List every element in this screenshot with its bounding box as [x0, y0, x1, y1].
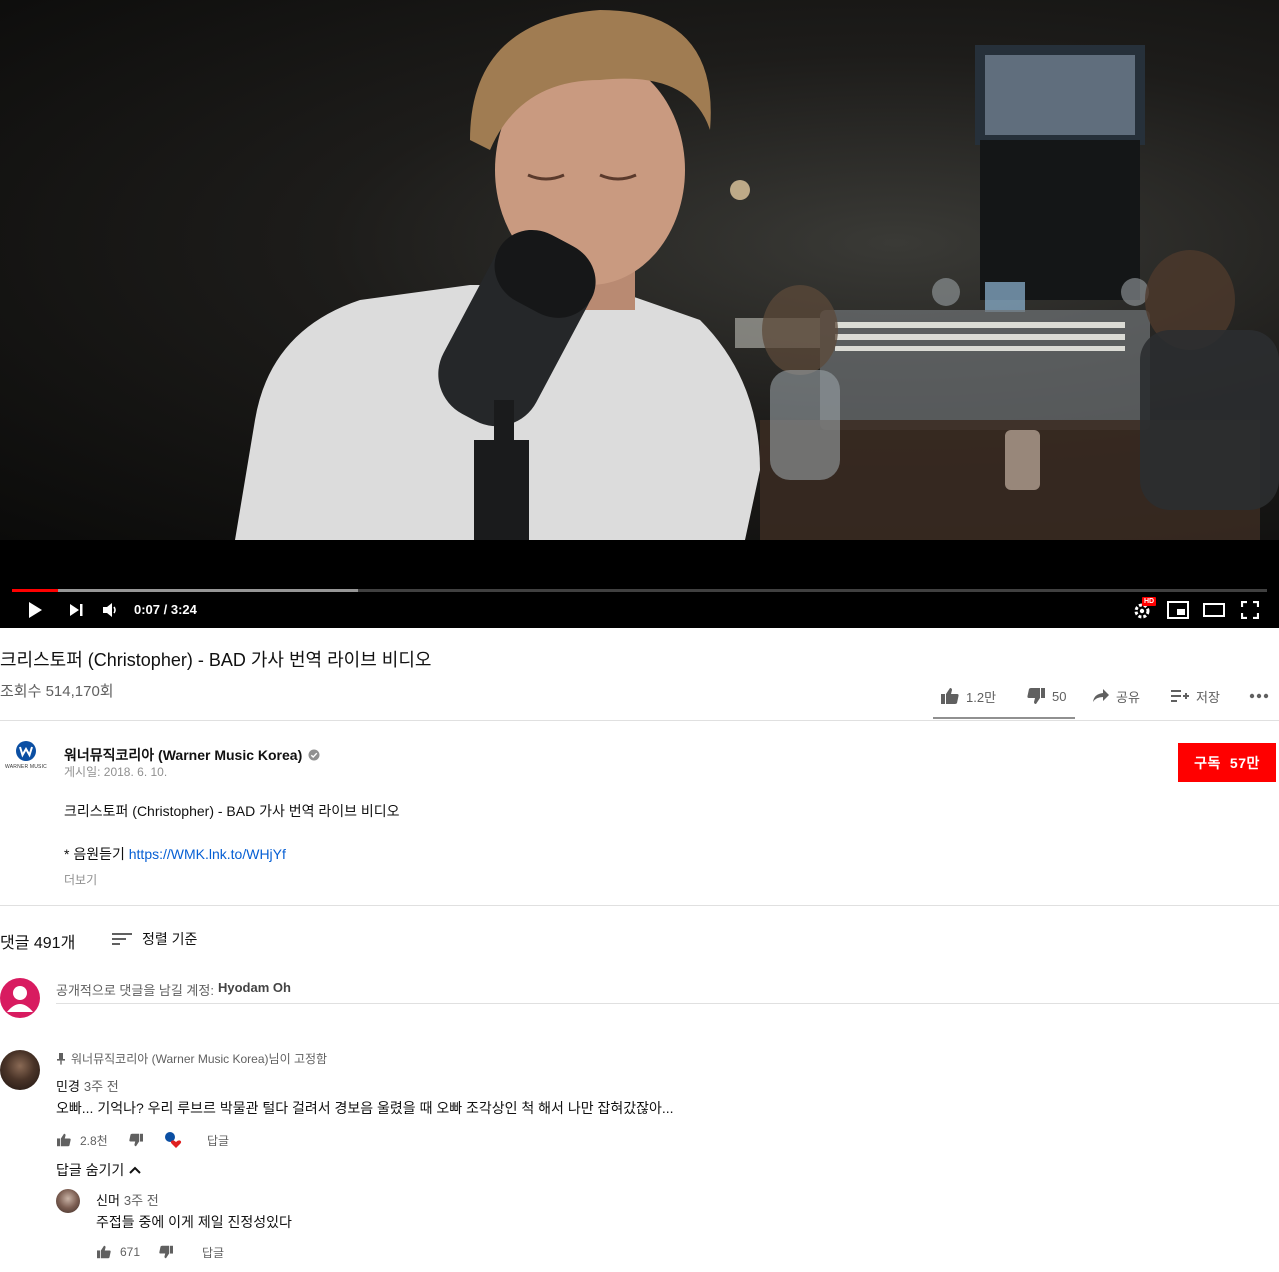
more-horizontal-icon: [1249, 693, 1269, 699]
player-controls: 0:07 / 3:24 HD: [0, 580, 1279, 628]
thumbs-up-icon: [57, 1133, 71, 1147]
miniplayer-icon: [1167, 601, 1189, 619]
save-label: 저장: [1196, 689, 1220, 705]
reply-like-button[interactable]: 671: [96, 1242, 140, 1262]
progress-bar[interactable]: [12, 589, 1267, 592]
mute-button[interactable]: [98, 598, 122, 622]
sort-label: 정렬 기준: [142, 931, 198, 947]
play-button[interactable]: [22, 598, 48, 622]
next-button[interactable]: [64, 598, 88, 622]
pinned-label: 워너뮤직코리아 (Warner Music Korea)님이 고정함: [56, 1050, 327, 1067]
subscribe-button[interactable]: 구독 57만: [1178, 743, 1276, 782]
like-button[interactable]: 1.2만: [940, 684, 996, 708]
pin-icon: [57, 1052, 65, 1065]
sort-comments-button[interactable]: 정렬 기준: [112, 928, 197, 950]
channel-logo-text: WARNER MUSIC: [5, 764, 47, 770]
miniplayer-button[interactable]: [1166, 598, 1190, 622]
thumbs-up-icon: [97, 1245, 111, 1259]
channel-name[interactable]: 워너뮤직코리아 (Warner Music Korea): [64, 745, 320, 765]
reply-header: 신머 3주 전: [96, 1190, 159, 1209]
hd-badge: HD: [1142, 597, 1157, 606]
view-count: 조회수 514,170회: [0, 683, 114, 700]
channel-name-text: 워너뮤직코리아 (Warner Music Korea): [64, 747, 303, 763]
person-icon: [7, 986, 33, 1012]
comment-input[interactable]: 공개적으로 댓글을 남길 계정: Hyodam Oh: [56, 978, 1279, 1004]
like-count: 1.2만: [966, 689, 997, 705]
more-actions-button[interactable]: [1249, 684, 1269, 708]
video-player[interactable]: 0:07 / 3:24 HD: [0, 0, 1279, 628]
description-text: 크리스토퍼 (Christopher) - BAD 가사 번역 라이브 비디오: [64, 803, 400, 819]
comment-time[interactable]: 3주 전: [84, 1079, 119, 1094]
creator-heart: [163, 1130, 183, 1150]
comment-author-avatar[interactable]: [0, 1050, 40, 1090]
divider: [0, 720, 1279, 721]
share-button[interactable]: 공유: [1092, 684, 1140, 708]
video-still-illustration: [235, 10, 1279, 540]
comment-actions: 2.8천 답글: [56, 1130, 256, 1150]
next-icon: [70, 604, 83, 616]
thumbs-down-icon: [159, 1245, 173, 1259]
fullscreen-button[interactable]: [1238, 598, 1262, 622]
reply-dislike-button[interactable]: [158, 1242, 174, 1262]
sort-icon: [112, 933, 132, 945]
comment-dislike-button[interactable]: [128, 1130, 144, 1150]
verified-icon: [308, 749, 320, 761]
comment-like-count: 2.8천: [80, 1133, 108, 1148]
comment-author[interactable]: 민경: [56, 1079, 80, 1094]
progress-buffered: [12, 589, 359, 592]
thumbs-down-icon: [1027, 688, 1045, 704]
save-button[interactable]: 저장: [1170, 684, 1220, 708]
play-icon: [29, 602, 42, 618]
chevron-up-icon: [129, 1166, 142, 1174]
share-label: 공유: [1116, 689, 1140, 705]
user-avatar[interactable]: [0, 978, 40, 1018]
reply-author-avatar[interactable]: [56, 1189, 80, 1213]
video-title: 크리스토퍼 (Christopher) - BAD 가사 번역 라이브 비디오: [0, 650, 432, 670]
settings-button[interactable]: HD: [1130, 597, 1157, 622]
show-more-button[interactable]: 더보기: [64, 871, 97, 888]
reply-reply-button[interactable]: 답글: [202, 1242, 224, 1262]
creator-heart-icon: [165, 1132, 182, 1148]
comment-account-name: Hyodam Oh: [217, 980, 291, 995]
video-frame[interactable]: [0, 0, 1279, 540]
dislike-button[interactable]: 50: [1026, 684, 1066, 708]
share-icon: [1093, 689, 1109, 702]
reply-author[interactable]: 신머: [96, 1193, 120, 1208]
theater-icon: [1203, 603, 1225, 617]
description-listen-line: * 음원듣기 https://WMK.lnk.to/WHjYf: [64, 844, 286, 864]
thumbs-up-icon: [941, 688, 959, 704]
divider: [0, 905, 1279, 906]
comment-like-button[interactable]: 2.8천: [56, 1130, 108, 1150]
volume-icon: [103, 603, 116, 617]
dislike-count: 50: [1052, 688, 1067, 704]
comment-reply-button[interactable]: 답글: [207, 1130, 229, 1150]
hide-replies-label: 답글 숨기기: [56, 1162, 125, 1178]
reply-actions: 671 답글: [96, 1242, 256, 1262]
thumbs-down-icon: [129, 1133, 143, 1147]
hide-replies-button[interactable]: 답글 숨기기: [56, 1160, 142, 1180]
sentiment-bar: [933, 717, 1075, 719]
comment-header: 민경 3주 전: [56, 1076, 119, 1095]
pinned-text: 워너뮤직코리아 (Warner Music Korea)님이 고정함: [71, 1052, 328, 1066]
reply-like-count: 671: [120, 1245, 141, 1259]
comment-text: 오빠... 기억나? 우리 루브르 박물관 털다 걸려서 경보음 울렸을 때 오…: [56, 1100, 674, 1116]
subscribe-label: 구독: [1194, 754, 1221, 771]
time-display: 0:07 / 3:24: [134, 602, 197, 617]
description-link[interactable]: https://WMK.lnk.to/WHjYf: [129, 846, 286, 862]
progress-played: [12, 589, 59, 592]
warner-music-logo: [16, 741, 36, 761]
description-listen-label: * 음원듣기: [64, 846, 129, 862]
comment-count: 댓글 491개: [0, 935, 76, 952]
comment-input-placeholder: 공개적으로 댓글을 남길 계정:: [56, 983, 214, 998]
fullscreen-icon: [1241, 601, 1259, 619]
subscriber-count: 57만: [1229, 754, 1260, 771]
playlist-add-icon: [1171, 690, 1189, 702]
reply-text: 주접들 중에 이게 제일 진정성있다: [96, 1214, 292, 1230]
publish-date: 게시일: 2018. 6. 10.: [64, 765, 168, 779]
channel-avatar[interactable]: WARNER MUSIC: [4, 740, 48, 780]
theater-mode-button[interactable]: [1202, 598, 1226, 622]
reply-time[interactable]: 3주 전: [124, 1193, 159, 1208]
